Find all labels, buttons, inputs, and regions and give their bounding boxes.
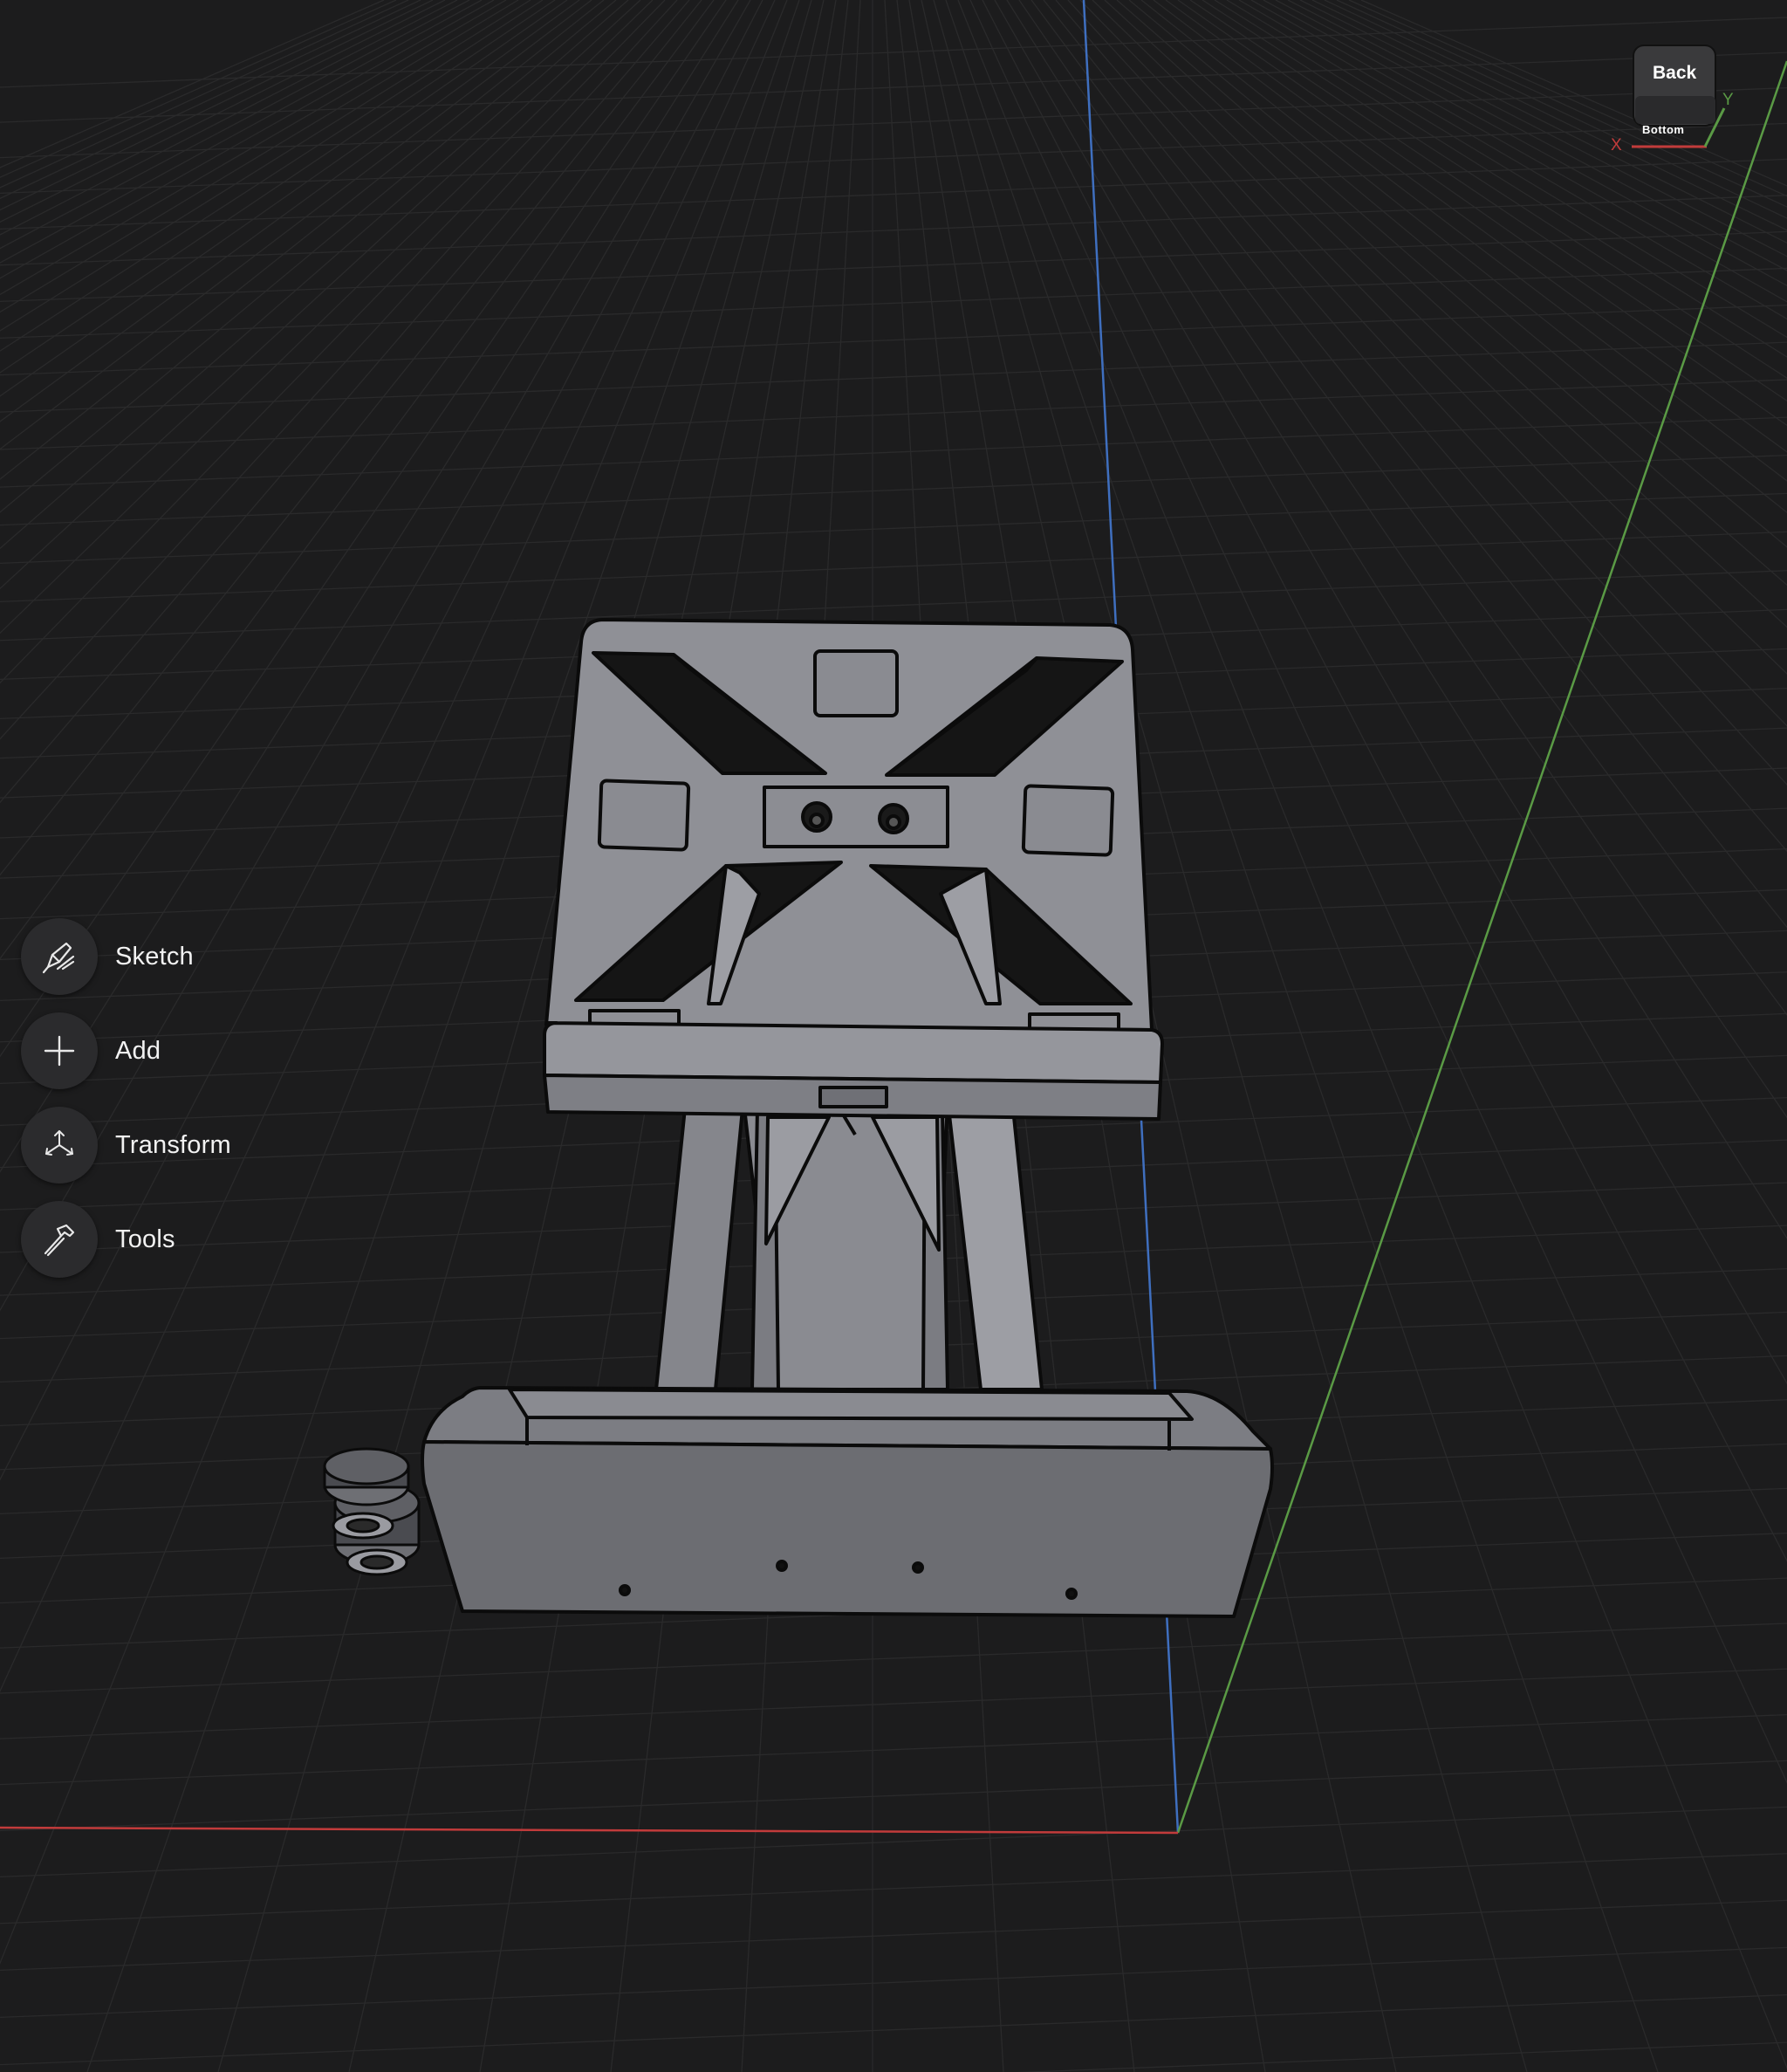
tools-label: Tools <box>115 1225 175 1253</box>
tools-button[interactable]: Tools <box>21 1201 300 1278</box>
grid-line <box>0 1853 1787 1924</box>
transform-button[interactable]: Transform <box>21 1107 300 1184</box>
grid-line <box>0 17 1787 88</box>
grid-line <box>1348 0 1787 197</box>
grid-line <box>1263 0 1787 287</box>
add-label: Add <box>115 1036 161 1065</box>
grid-line <box>0 492 1787 564</box>
grid-line <box>0 1760 1787 1831</box>
grid-line <box>0 341 1787 413</box>
grid-line <box>1140 0 1787 513</box>
grid-line <box>0 1806 1787 1878</box>
grid-line <box>0 1993 1787 2066</box>
grid-line <box>1226 0 1787 339</box>
grid-line <box>0 531 1787 603</box>
add-button[interactable]: Add <box>21 1012 300 1089</box>
view-cube-shape <box>1632 45 1726 148</box>
sketch-pen-icon <box>42 942 75 974</box>
plus-icon <box>44 1035 75 1067</box>
grid-line <box>0 51 1787 123</box>
grid-line <box>1202 0 1787 379</box>
sketch-icon-circle[interactable] <box>21 918 98 995</box>
model-knobs[interactable] <box>323 1447 421 1576</box>
grid-line <box>1336 0 1787 208</box>
transform-icon-circle[interactable] <box>21 1107 98 1184</box>
view-cube[interactable]: Back Bottom X Y <box>1602 38 1742 161</box>
grid-line <box>1324 0 1787 219</box>
grid-line <box>1055 0 1787 853</box>
grid-line <box>0 195 1787 266</box>
grid-line <box>1177 0 1787 427</box>
grid-line <box>0 122 1787 194</box>
grid-line <box>0 1713 1787 1786</box>
axis-y-line <box>1176 60 1787 1834</box>
grid-line <box>0 267 1787 339</box>
grid-line <box>0 416 1787 488</box>
grid-line <box>1067 0 1787 786</box>
grid-line <box>1360 0 1787 187</box>
grid-line <box>1016 2041 1787 2072</box>
axis-x-line <box>0 1826 1179 1835</box>
grid-line <box>0 1946 1787 2018</box>
model-phone-stand[interactable] <box>421 618 1274 1618</box>
grid-line <box>0 1623 1787 1694</box>
view-cube-x-label: X <box>1611 136 1622 154</box>
view-cube-y-label: Y <box>1722 91 1734 109</box>
grid-line <box>0 1899 1787 1972</box>
grid-line <box>1079 0 1787 727</box>
hammer-icon <box>44 1224 75 1257</box>
grid-line <box>0 1668 1787 1739</box>
grid-line <box>1189 0 1787 402</box>
view-cube-back-label[interactable]: Back <box>1653 63 1696 84</box>
grid-line <box>0 379 1787 450</box>
sketch-button[interactable]: Sketch <box>21 918 300 995</box>
grid-line <box>1153 0 1787 482</box>
add-icon-circle[interactable] <box>21 1012 98 1089</box>
grid-line <box>0 304 1787 376</box>
grid-line <box>0 158 1787 230</box>
sketch-label: Sketch <box>115 942 194 971</box>
grid-line <box>1165 0 1787 453</box>
grid-line <box>1250 0 1787 303</box>
grid-line <box>1238 0 1787 320</box>
transform-label: Transform <box>115 1130 231 1159</box>
tools-icon-circle[interactable] <box>21 1201 98 1278</box>
view-cube-bottom-label[interactable]: Bottom <box>1642 123 1685 136</box>
transform-arrows-icon <box>45 1130 73 1156</box>
